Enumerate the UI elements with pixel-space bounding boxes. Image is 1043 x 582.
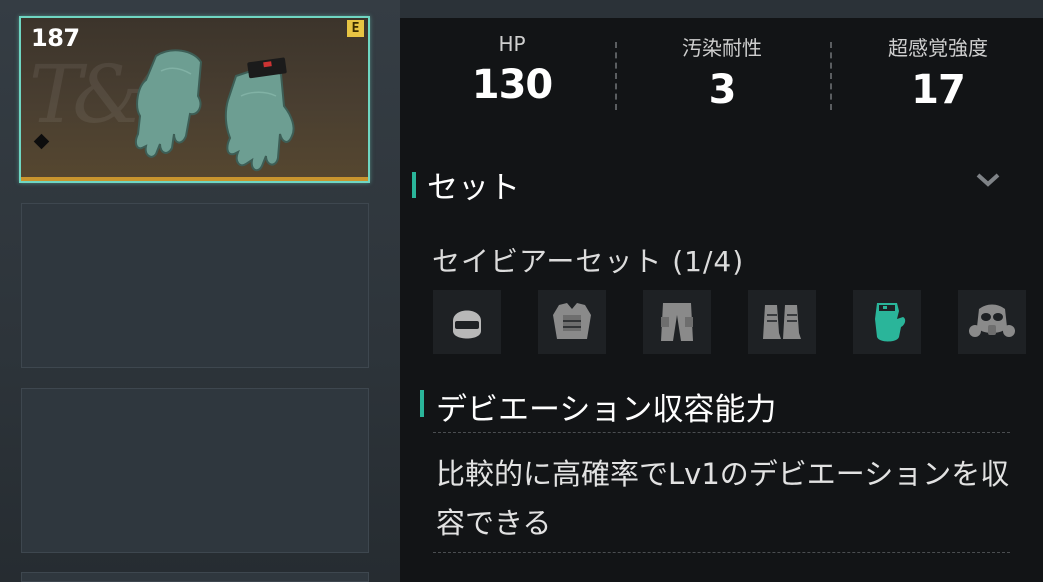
glove-icon — [875, 303, 906, 342]
ability-section-title: デビエーション収容能力 — [436, 392, 777, 428]
divider — [433, 552, 1010, 553]
set-piece-boots[interactable] — [748, 290, 816, 354]
item-level: 187 — [31, 24, 80, 52]
stat-value: 130 — [471, 62, 554, 108]
selected-item-card[interactable]: T&C 187 E — [19, 16, 370, 183]
empty-item-slot[interactable] — [21, 203, 369, 368]
section-accent-bar — [420, 390, 424, 417]
rarity-bar — [21, 177, 368, 181]
empty-item-slot[interactable] — [21, 388, 369, 553]
boots-icon — [763, 305, 801, 339]
stat-label: HP — [498, 32, 526, 56]
set-name: セイビアーセット (1/4) — [432, 245, 745, 278]
stat-super-sense: 超感覚強度 17 — [838, 32, 1038, 113]
pants-icon — [661, 303, 693, 341]
stat-label: 超感覚強度 — [888, 36, 988, 60]
item-detail-panel: HP 130 汚染耐性 3 超感覚強度 17 セット セイビアーセット (1/4… — [400, 18, 1043, 582]
stat-value: 3 — [708, 67, 737, 113]
empty-item-slot[interactable] — [21, 572, 369, 582]
gas-mask-icon — [969, 304, 1015, 337]
set-piece-glove[interactable] — [853, 290, 921, 354]
stat-divider — [615, 42, 617, 110]
section-accent-bar — [412, 172, 416, 198]
set-piece-vest[interactable] — [538, 290, 606, 354]
set-piece-pants[interactable] — [643, 290, 711, 354]
gloves-icon — [134, 49, 295, 172]
stat-label: 汚染耐性 — [682, 36, 762, 60]
ability-description: 比較的に高確率でLv1のデビエーションを収容できる — [436, 457, 1010, 540]
divider — [433, 432, 1010, 433]
set-piece-gas-mask[interactable] — [958, 290, 1026, 354]
grade-badge: E — [347, 20, 364, 37]
set-section-title: セット — [427, 170, 520, 206]
helmet-icon — [453, 310, 481, 339]
vest-icon — [553, 303, 591, 339]
set-piece-helmet[interactable] — [433, 290, 501, 354]
stat-value: 17 — [911, 67, 966, 113]
chevron-down-icon[interactable] — [974, 170, 1002, 190]
stat-hp: HP 130 — [412, 32, 612, 108]
stat-contamination-resistance: 汚染耐性 3 — [622, 32, 822, 113]
stat-divider — [830, 42, 832, 110]
